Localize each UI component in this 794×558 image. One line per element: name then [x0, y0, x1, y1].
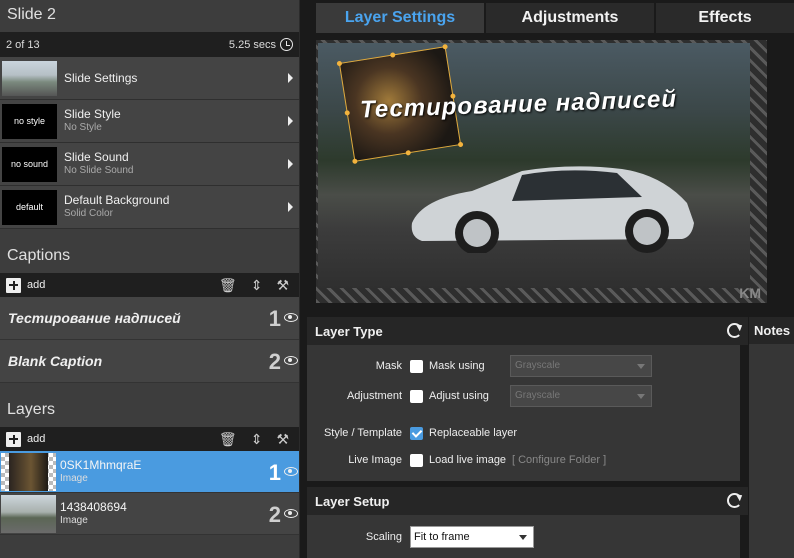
layer-index: 2: [268, 502, 281, 527]
reset-icon[interactable]: [727, 493, 742, 508]
chevron-right-icon: [288, 73, 293, 83]
reorder-icon[interactable]: ⇕: [251, 430, 263, 448]
layer-type: Image: [60, 472, 88, 484]
eye-icon[interactable]: [284, 356, 298, 365]
layer-setup-header: Layer Setup: [307, 487, 748, 515]
slide-title: Slide 2: [0, 0, 299, 32]
resize-handle[interactable]: [389, 52, 396, 58]
notes-panel[interactable]: [749, 344, 794, 558]
replaceable-checkbox[interactable]: [410, 426, 423, 440]
mask-checkbox[interactable]: [410, 359, 423, 373]
slide-sound-value: No Slide Sound: [64, 165, 134, 176]
adjustment-label: Adjustment: [346, 390, 402, 402]
layer-name: 0SK1MhmqraE: [60, 457, 142, 472]
layer-item-selected[interactable]: 0SK1MhmqraE Image 1: [0, 451, 299, 493]
style-template-label: Style / Template: [323, 427, 402, 439]
adjustment-check-label: Adjust using: [429, 390, 489, 402]
layer-options-panel: Layer Settings Adjustments Effects Тести…: [300, 0, 794, 558]
layer-type-form: Mask Mask using Grayscale Adjustment Adj…: [307, 345, 740, 481]
slide-position: 2 of 13: [6, 38, 40, 51]
chevron-right-icon: [288, 159, 293, 169]
add-caption-button[interactable]: add: [27, 279, 45, 291]
slide-sound-label: Slide Sound: [64, 150, 129, 164]
add-layer-icon[interactable]: [6, 431, 21, 447]
caption-index: 2: [268, 349, 281, 374]
layer-index: 1: [268, 460, 281, 485]
add-caption-icon[interactable]: [6, 277, 21, 293]
default-background-item[interactable]: default Default Background Solid Color: [0, 186, 299, 229]
slide-settings-label: Slide Settings: [64, 70, 138, 85]
layer-thumbnail: [1, 452, 56, 491]
layer-thumbnail: [1, 494, 56, 533]
caption-text: Blank Caption: [8, 353, 103, 369]
default-background-label: Default Background: [64, 193, 170, 207]
layers-heading: Layers: [0, 383, 299, 427]
slide-preview[interactable]: Тестирование надписей KM: [316, 40, 767, 303]
layers-toolbar: add 🗑 ⇕ ⚒: [0, 427, 299, 451]
layer-item[interactable]: 1438408694 Image 2: [0, 493, 299, 535]
default-background-value: Solid Color: [64, 208, 113, 219]
layer-setup-title: Layer Setup: [315, 494, 390, 509]
tab-bar: Layer Settings Adjustments Effects: [300, 0, 794, 33]
adjustment-select[interactable]: Grayscale: [510, 385, 652, 407]
trash-icon[interactable]: 🗑: [219, 430, 237, 448]
tools-icon[interactable]: ⚒: [276, 276, 289, 294]
live-image-check-label: Load live image: [429, 454, 507, 466]
layer-name: 1438408694: [60, 499, 127, 514]
scaling-select[interactable]: Fit to frame: [410, 526, 534, 548]
mask-select[interactable]: Grayscale: [510, 355, 652, 377]
captions-toolbar: add 🗑 ⇕ ⚒: [0, 273, 299, 297]
layer-type-title: Layer Type: [315, 324, 383, 339]
captions-heading: Captions: [0, 229, 299, 273]
slide-style-value: No Style: [64, 122, 102, 133]
layer-type-header: Layer Type: [307, 317, 748, 345]
slide-style-label: Slide Style: [64, 107, 121, 121]
chevron-right-icon: [288, 202, 293, 212]
add-layer-button[interactable]: add: [27, 433, 45, 445]
configure-folder-link[interactable]: [ Configure Folder ]: [512, 454, 606, 466]
replaceable-check-label: Replaceable layer: [429, 427, 518, 439]
reset-icon[interactable]: [727, 323, 742, 338]
live-image-checkbox[interactable]: [410, 453, 423, 467]
background-thumbnail: default: [2, 189, 57, 225]
trash-icon[interactable]: 🗑: [219, 276, 237, 294]
slide-settings-item[interactable]: Slide Settings: [0, 57, 299, 100]
caption-text: Тестирование надписей: [8, 310, 181, 326]
mask-check-label: Mask using: [429, 360, 485, 372]
slide-thumbnail: [2, 60, 57, 96]
adjustment-checkbox[interactable]: [410, 389, 423, 403]
caption-index: 1: [268, 306, 281, 331]
tab-adjustments[interactable]: Adjustments: [486, 3, 654, 33]
clock-icon[interactable]: [280, 38, 293, 51]
slide-options-panel: Slide 2 2 of 13 5.25 secs Slide Settings…: [0, 0, 299, 558]
chevron-right-icon: [288, 116, 293, 126]
eye-icon[interactable]: [284, 313, 298, 322]
mask-label: Mask: [375, 360, 402, 372]
layer-setup-form: Scaling Fit to frame: [307, 515, 740, 558]
tab-effects[interactable]: Effects: [656, 3, 794, 33]
layer-type: Image: [60, 514, 88, 526]
resize-handle[interactable]: [344, 110, 351, 116]
resize-handle[interactable]: [336, 60, 343, 67]
watermark: KM: [739, 285, 761, 301]
notes-heading[interactable]: Notes: [749, 317, 794, 344]
scaling-label: Scaling: [365, 531, 402, 543]
slide-style-item[interactable]: no style Slide Style No Style: [0, 100, 299, 143]
style-thumbnail: no style: [2, 103, 57, 139]
tools-icon[interactable]: ⚒: [276, 430, 289, 448]
live-image-label: Live Image: [348, 454, 402, 466]
reorder-icon[interactable]: ⇕: [251, 276, 263, 294]
car-image: [411, 166, 694, 253]
sound-thumbnail: no sound: [2, 146, 57, 182]
caption-item[interactable]: Blank Caption 2: [0, 340, 299, 383]
eye-icon[interactable]: [284, 509, 298, 518]
eye-icon[interactable]: [284, 467, 298, 476]
tab-layer-settings[interactable]: Layer Settings: [316, 3, 484, 33]
slide-duration[interactable]: 5.25 secs: [229, 39, 276, 51]
slide-meta-bar: 2 of 13 5.25 secs: [0, 32, 299, 57]
caption-item[interactable]: Тестирование надписей 1: [0, 297, 299, 340]
slide-sound-item[interactable]: no sound Slide Sound No Slide Sound: [0, 143, 299, 186]
